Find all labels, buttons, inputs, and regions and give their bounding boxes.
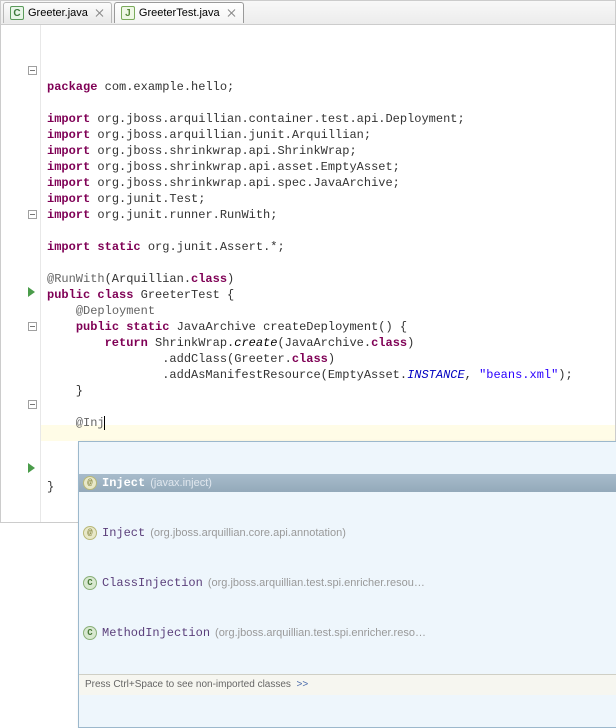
close-icon[interactable] xyxy=(227,8,237,18)
tab-bar: C Greeter.java J GreeterTest.java xyxy=(1,1,615,25)
annotation-icon: @ xyxy=(83,476,97,490)
gutter xyxy=(1,25,41,522)
autocomplete-item[interactable]: C ClassInjection (org.jboss.arquillian.t… xyxy=(79,574,616,592)
close-icon[interactable] xyxy=(95,8,105,18)
annotation-icon: @ xyxy=(83,526,97,540)
editor-area: package com.example.hello; import org.jb… xyxy=(1,25,615,522)
text-caret xyxy=(104,416,105,430)
show-more-link[interactable]: >> xyxy=(297,679,309,690)
tab-label: GreeterTest.java xyxy=(139,7,220,19)
class-icon: C xyxy=(83,626,97,640)
autocomplete-item[interactable]: @ Inject (javax.inject) xyxy=(79,474,616,492)
class-icon: C xyxy=(83,576,97,590)
run-gutter-icon[interactable] xyxy=(28,287,35,297)
class-icon: C xyxy=(10,6,24,20)
junit-icon: J xyxy=(121,6,135,20)
autocomplete-popup: @ Inject (javax.inject) @ Inject (org.jb… xyxy=(78,441,616,728)
fold-toggle[interactable] xyxy=(28,400,37,409)
code-editor[interactable]: package com.example.hello; import org.jb… xyxy=(41,25,615,522)
fold-toggle[interactable] xyxy=(28,322,37,331)
run-gutter-icon[interactable] xyxy=(28,463,35,473)
tab-greetertest[interactable]: J GreeterTest.java xyxy=(114,2,244,23)
autocomplete-item[interactable]: C MethodInjection (org.jboss.arquillian.… xyxy=(79,624,616,642)
fold-toggle[interactable] xyxy=(28,66,37,75)
fold-toggle[interactable] xyxy=(28,210,37,219)
autocomplete-footer: Press Ctrl+Space to see non-imported cla… xyxy=(79,674,616,695)
tab-greeter[interactable]: C Greeter.java xyxy=(3,2,112,23)
autocomplete-item[interactable]: @ Inject (org.jboss.arquillian.core.api.… xyxy=(79,524,616,542)
tab-label: Greeter.java xyxy=(28,7,88,19)
